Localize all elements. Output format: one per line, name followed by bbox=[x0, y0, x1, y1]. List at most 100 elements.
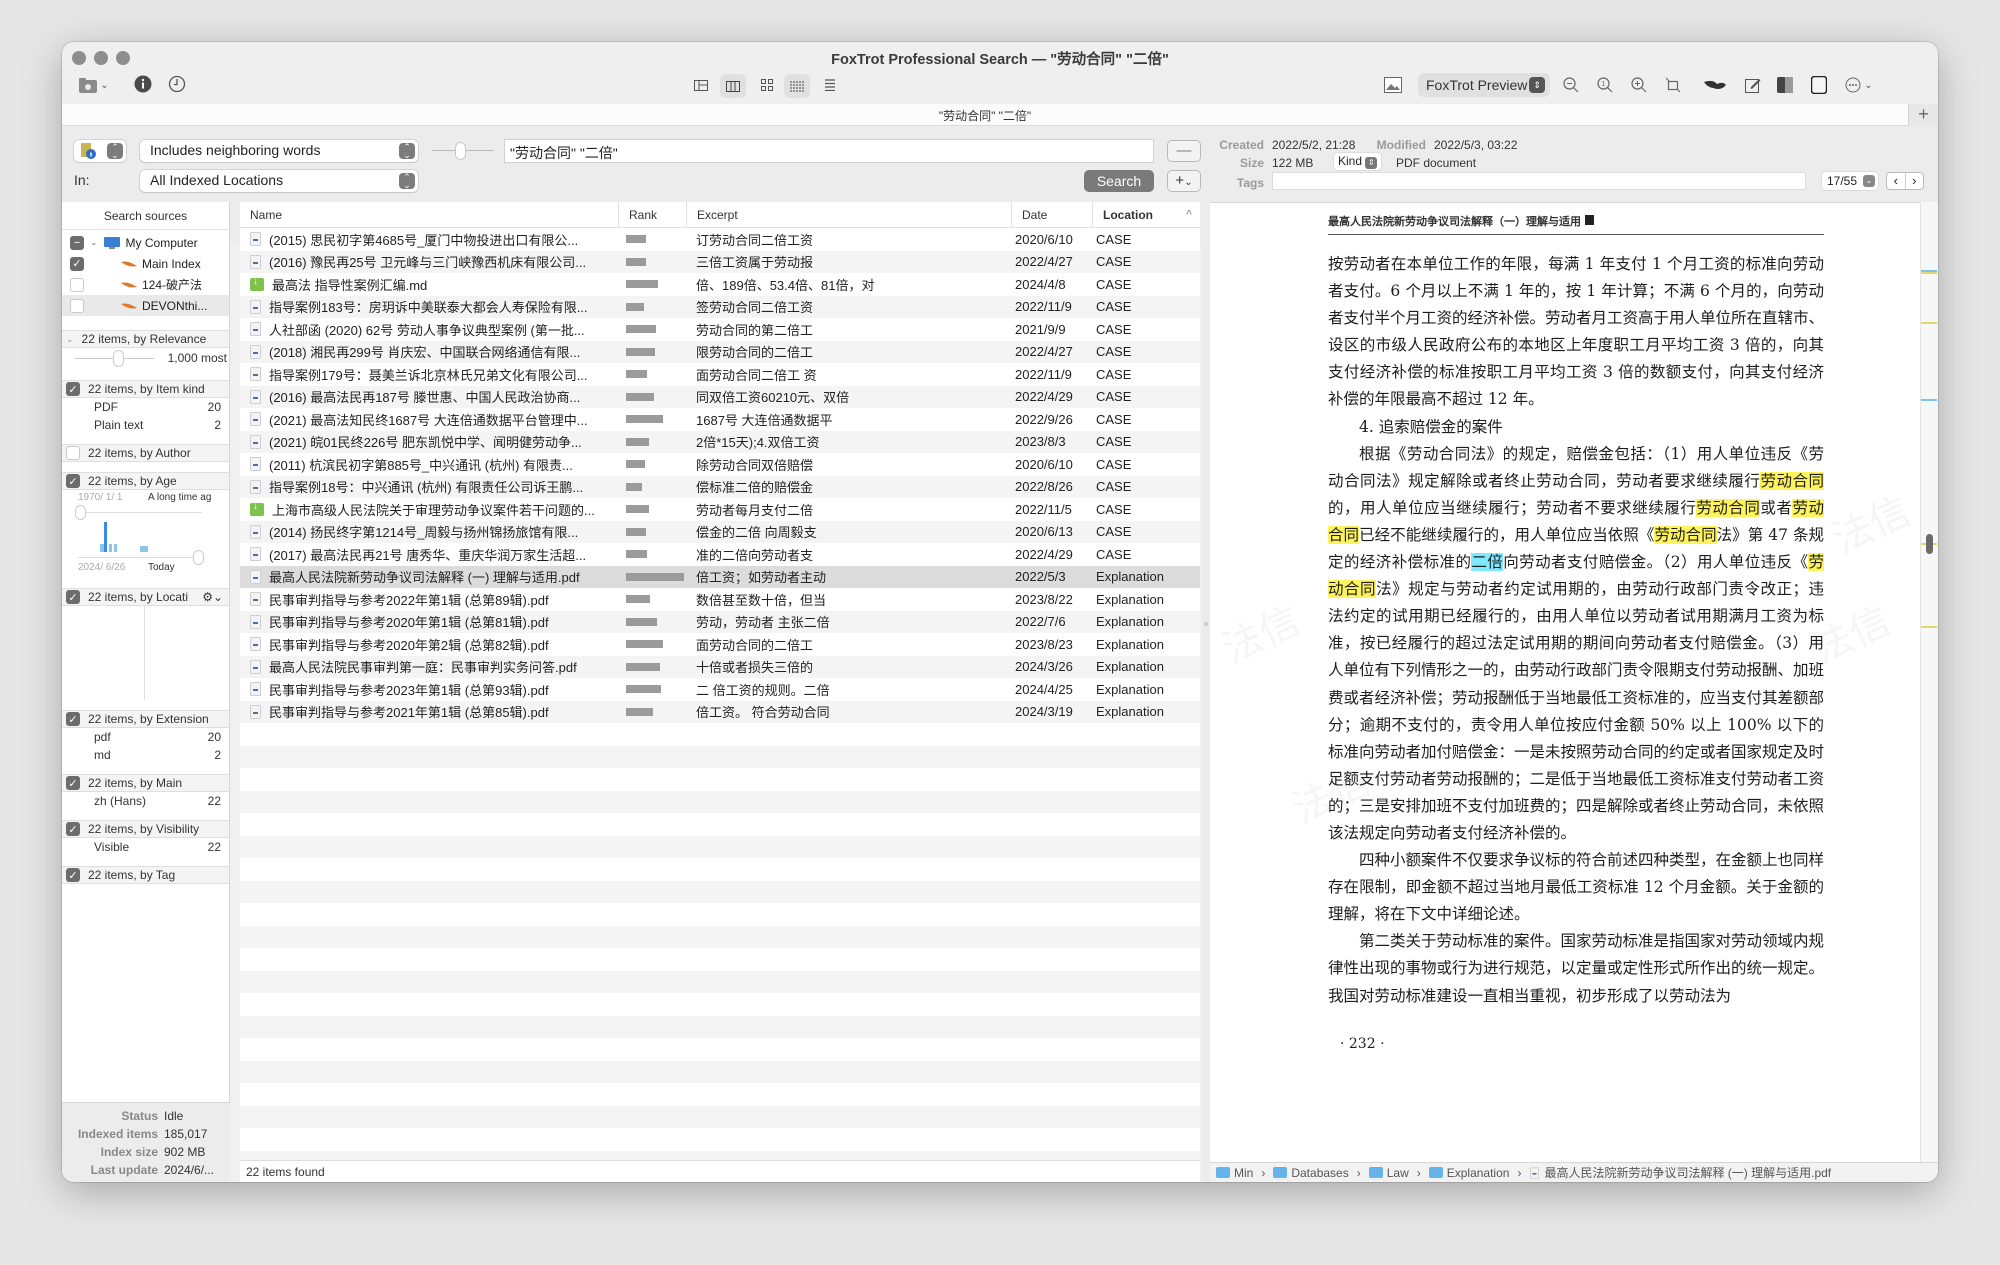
column-header-rank[interactable]: Rank bbox=[618, 202, 686, 227]
devonthink-button[interactable] bbox=[1702, 74, 1728, 96]
relevance-slider-knob[interactable] bbox=[114, 351, 123, 366]
table-row[interactable]: (2017) 最高法民再21号 唐秀华、重庆华润万家生活超... 准的二倍向劳动者… bbox=[240, 543, 1200, 566]
table-row[interactable]: (2016) 最高法民再187号 滕世惠、中国人民政治协商... 同双倍工资602… bbox=[240, 385, 1200, 408]
search-location-select[interactable]: All Indexed Locations ⌃ ⌄ bbox=[140, 170, 418, 192]
facet-relevance-header[interactable]: ⌄ 22 items, by Relevance bbox=[62, 330, 229, 348]
divider-handle[interactable] bbox=[1204, 622, 1208, 626]
hit-counter-select[interactable]: 17/55 ⌄ bbox=[1822, 172, 1878, 190]
search-mode-select[interactable]: Includes neighboring words ⌃ ⌄ bbox=[140, 140, 418, 162]
column-header-name[interactable]: Name bbox=[240, 202, 618, 227]
table-row[interactable]: 民事审判指导与参考2020年第1辑 (总第81辑).pdf 劳动，劳动者 主张二倍… bbox=[240, 610, 1200, 633]
source-devonthink[interactable]: DEVONthi... bbox=[62, 295, 229, 316]
age-from-slider[interactable] bbox=[76, 506, 202, 519]
table-row[interactable]: 人社部函 (2020) 62号 劳动人事争议典型案例 (第一批... 劳动合同的第… bbox=[240, 318, 1200, 341]
facet-visibility-header[interactable]: ✓ 22 items, by Visibility bbox=[62, 820, 229, 838]
facet-row[interactable]: pdf 20 bbox=[62, 728, 229, 746]
table-row[interactable]: (2014) 扬民终字第1214号_周毅与扬州锦扬旅馆有限... 偿金的二倍 向周… bbox=[240, 520, 1200, 543]
facet-location-header[interactable]: ✓ 22 items, by Locati ⚙⌄ bbox=[62, 588, 229, 606]
facet-main-header[interactable]: ✓ 22 items, by Main bbox=[62, 774, 229, 792]
source-my-computer[interactable]: − ⌄ My Computer bbox=[62, 232, 229, 253]
proximity-slider-knob[interactable] bbox=[456, 143, 465, 159]
path-item[interactable]: 最高人民法院新劳动争议司法解释 (一) 理解与适用.pdf bbox=[1544, 1164, 1831, 1181]
column-header-location[interactable]: Location ^ bbox=[1092, 202, 1200, 227]
age-from-knob[interactable] bbox=[76, 506, 85, 519]
facet-author-header[interactable]: 22 items, by Author bbox=[62, 444, 229, 462]
source-main-index[interactable]: ✓ Main Index bbox=[62, 253, 229, 274]
pdf-page[interactable]: 法信 法信 法信 法信 最高人民法院新劳动争议司法解释（一）理解与适用 按劳动者… bbox=[1210, 202, 1920, 1162]
image-button[interactable] bbox=[1382, 74, 1404, 96]
facet-row[interactable]: zh (Hans) 22 bbox=[62, 792, 229, 810]
checkbox-checked[interactable]: ✓ bbox=[66, 590, 80, 604]
info-button[interactable] bbox=[132, 73, 154, 95]
scrollbar-knob[interactable] bbox=[1926, 534, 1933, 554]
checkbox-checked[interactable]: ✓ bbox=[66, 776, 80, 790]
scope-menu-button[interactable]: ⌃ ⌄ bbox=[74, 140, 126, 162]
checkbox-checked[interactable]: ✓ bbox=[66, 382, 80, 396]
gear-icon[interactable]: ⚙⌄ bbox=[202, 590, 223, 604]
path-item[interactable]: Law bbox=[1387, 1166, 1409, 1180]
facet-age-header[interactable]: ✓ 22 items, by Age bbox=[62, 472, 229, 490]
dense-list-button[interactable] bbox=[784, 74, 810, 98]
edit-button[interactable] bbox=[1742, 74, 1764, 96]
checkbox-unchecked[interactable] bbox=[70, 298, 84, 313]
disclosure-chevron-icon[interactable]: ⌄ bbox=[90, 237, 98, 248]
zoom-actual-button[interactable]: 1 bbox=[1594, 74, 1616, 96]
table-row[interactable]: 最高人民法院新劳动争议司法解释 (一) 理解与适用.pdf 倍工资；如劳动者主动 2… bbox=[240, 565, 1200, 588]
checkbox-mixed[interactable]: − bbox=[70, 235, 84, 250]
facet-extension-header[interactable]: ✓ 22 items, by Extension bbox=[62, 710, 229, 728]
table-row[interactable]: 指导案例18号：中兴通讯 (杭州) 有限责任公司诉王鹏... 偿标准二倍的赔偿金 2… bbox=[240, 475, 1200, 498]
facet-item-kind-header[interactable]: ✓ 22 items, by Item kind bbox=[62, 380, 229, 398]
checkbox-unchecked[interactable] bbox=[66, 446, 80, 460]
crop-button[interactable] bbox=[1662, 74, 1684, 96]
tags-input[interactable] bbox=[1272, 172, 1806, 190]
zoom-out-button[interactable] bbox=[1560, 74, 1582, 96]
checkbox-checked[interactable]: ✓ bbox=[66, 474, 80, 488]
proximity-slider[interactable] bbox=[432, 143, 494, 159]
add-criterion-button[interactable]: +⌄ bbox=[1167, 170, 1201, 192]
table-row[interactable]: (2021) 最高法知民终1687号 大连倍通数据平台管理中... 1687号 大… bbox=[240, 408, 1200, 431]
facet-row[interactable]: Visible 22 bbox=[62, 838, 229, 856]
path-item[interactable]: Explanation bbox=[1447, 1166, 1510, 1180]
preview-mode-select[interactable]: FoxTrot Preview ⇕ bbox=[1418, 73, 1550, 97]
table-row[interactable]: (2021) 皖01民终226号 肥东凯悦中学、闻明健劳动争... 2倍*15天)… bbox=[240, 430, 1200, 453]
checkbox-checked[interactable]: ✓ bbox=[66, 712, 80, 726]
path-item[interactable]: Min bbox=[1234, 1166, 1253, 1180]
table-row[interactable]: 民事审判指导与参考2022年第1辑 (总第89辑).pdf 数倍甚至数十倍，但当 2… bbox=[240, 588, 1200, 611]
facet-row[interactable]: md 2 bbox=[62, 746, 229, 764]
table-row[interactable]: 民事审判指导与参考2021年第1辑 (总第85辑).pdf 倍工资。 符合劳动合同… bbox=[240, 700, 1200, 723]
next-hit-button[interactable]: › bbox=[1906, 173, 1924, 189]
table-row[interactable]: (2016) 豫民再25号 卫元峰与三门峡豫西机床有限公司... 三倍工资属于劳动… bbox=[240, 250, 1200, 273]
column-header-excerpt[interactable]: Excerpt bbox=[686, 202, 1011, 227]
remove-criterion-button[interactable]: — bbox=[1167, 140, 1201, 162]
checkbox-checked[interactable]: ✓ bbox=[66, 868, 80, 882]
table-row[interactable]: 指导案例179号：聂美兰诉北京林氏兄弟文化有限公司... 面劳动合同二倍工 资 20… bbox=[240, 363, 1200, 386]
checkbox-unchecked[interactable] bbox=[70, 277, 84, 292]
kind-select[interactable]: Kind ⇕ bbox=[1334, 153, 1382, 170]
facet-row[interactable]: Plain text 2 bbox=[62, 416, 229, 434]
table-row[interactable]: 民事审判指导与参考2023年第1辑 (总第93辑).pdf 二 倍工资的规则。二倍… bbox=[240, 678, 1200, 701]
index-settings-button[interactable]: ⌄ bbox=[76, 72, 112, 98]
checkbox-checked[interactable]: ✓ bbox=[70, 256, 84, 271]
table-row[interactable]: (2015) 思民初字第4685号_厦门中物投进出口有限公... 订劳动合同二倍工… bbox=[240, 228, 1200, 251]
column-header-date[interactable]: Date bbox=[1011, 202, 1092, 227]
preview-scrollbar[interactable] bbox=[1920, 202, 1938, 1162]
columns-layout-button[interactable] bbox=[720, 74, 746, 98]
age-to-slider[interactable] bbox=[78, 551, 203, 564]
history-button[interactable] bbox=[166, 73, 188, 95]
disclosure-chevron-icon[interactable]: ⌄ bbox=[66, 334, 74, 345]
source-124[interactable]: 124-破产法 bbox=[62, 274, 229, 295]
relevance-slider[interactable] bbox=[74, 351, 154, 366]
table-row[interactable]: 指导案例183号：房玥诉中美联泰大都会人寿保险有限... 签劳动合同二倍工资 202… bbox=[240, 295, 1200, 318]
split-view-divider[interactable] bbox=[1202, 202, 1210, 1182]
list-view-button[interactable] bbox=[820, 75, 840, 95]
table-row[interactable]: (2018) 湘民再299号 肖庆宏、中国联合网络通信有限... 限劳动合同的二倍… bbox=[240, 340, 1200, 363]
facet-tag-header[interactable]: ✓ 22 items, by Tag bbox=[62, 866, 229, 884]
search-button[interactable]: Search bbox=[1084, 170, 1154, 192]
finder-button[interactable] bbox=[1774, 74, 1796, 96]
fullscreen-button[interactable] bbox=[1808, 74, 1830, 96]
table-row[interactable]: 最高人民法院民事审判第一庭：民事审判实务问答.pdf 十倍或者损失三倍的 2024/… bbox=[240, 655, 1200, 678]
previous-hit-button[interactable]: ‹ bbox=[1887, 173, 1906, 189]
table-row[interactable]: 最高法 指导性案例汇编.md 倍、189倍、53.4倍、81倍，对 2024/4/8… bbox=[240, 273, 1200, 296]
table-row[interactable]: (2011) 杭滨民初字第885号_中兴通讯 (杭州) 有限责... 除劳动合同双… bbox=[240, 453, 1200, 476]
checkbox-checked[interactable]: ✓ bbox=[66, 822, 80, 836]
